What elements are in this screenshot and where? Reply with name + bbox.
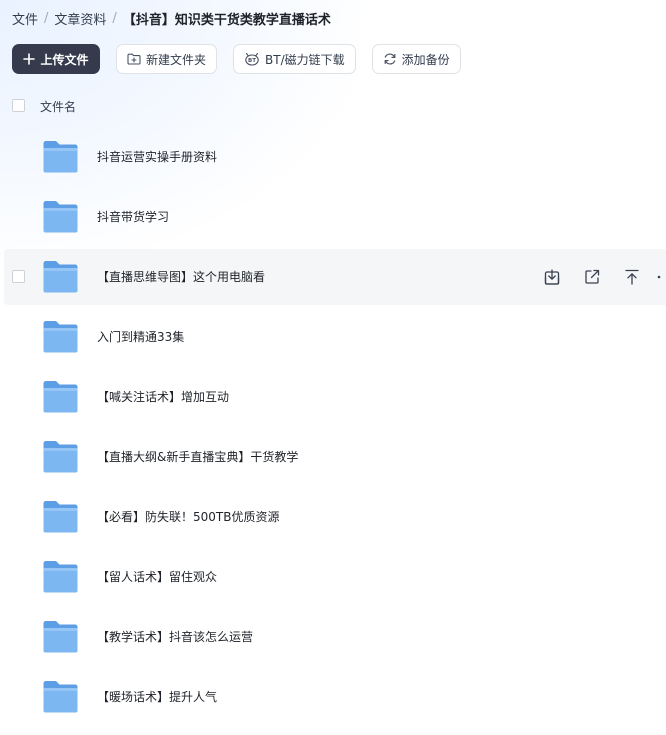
upload-file-label: 上传文件 bbox=[40, 52, 89, 67]
file-name[interactable]: 【直播思维导图】这个用电脑看 bbox=[97, 268, 265, 285]
breadcrumb-files[interactable]: 文件 bbox=[12, 9, 38, 28]
file-row[interactable]: 【暖场话术】提升人气 bbox=[4, 669, 666, 725]
backup-sync-icon bbox=[383, 52, 397, 66]
folder-icon bbox=[42, 440, 79, 474]
breadcrumb-articles[interactable]: 文章资料 bbox=[54, 9, 106, 28]
file-row[interactable]: 抖音运营实操手册资料 bbox=[4, 129, 666, 185]
bt-magnet-download-label: BT/磁力链下载 bbox=[265, 52, 345, 67]
file-list-header: 文件名 bbox=[0, 94, 666, 120]
folder-icon bbox=[42, 680, 79, 714]
folder-icon bbox=[42, 260, 79, 294]
folder-icon bbox=[42, 620, 79, 654]
folder-icon bbox=[42, 380, 79, 414]
file-row[interactable]: 【喊关注话术】增加互动 bbox=[4, 369, 666, 425]
bt-icon: BT bbox=[244, 52, 260, 66]
file-row[interactable]: 【必看】防失联！500TB优质资源 bbox=[4, 489, 666, 545]
move-top-icon[interactable] bbox=[620, 265, 644, 289]
new-folder-button[interactable]: 新建文件夹 bbox=[116, 44, 218, 74]
file-row[interactable]: 【留人话术】留住观众 bbox=[4, 549, 666, 605]
upload-file-button[interactable]: 上传文件 bbox=[12, 44, 100, 74]
toolbar: 上传文件 新建文件夹 BT BT/磁力链下载 添加备份 bbox=[12, 44, 477, 74]
file-name[interactable]: 【必看】防失联！500TB优质资源 bbox=[97, 508, 279, 525]
file-row[interactable]: 【直播思维导图】这个用电脑看 bbox=[4, 249, 666, 305]
plus-icon bbox=[23, 53, 36, 65]
more-icon[interactable] bbox=[654, 265, 666, 289]
file-row[interactable]: 入门到精通33集 bbox=[4, 309, 666, 365]
file-name[interactable]: 【暖场话术】提升人气 bbox=[97, 688, 217, 705]
bt-magnet-download-button[interactable]: BT BT/磁力链下载 bbox=[233, 44, 356, 74]
row-actions bbox=[524, 265, 666, 289]
file-name[interactable]: 抖音运营实操手册资料 bbox=[97, 148, 217, 165]
new-folder-label: 新建文件夹 bbox=[146, 52, 207, 67]
file-name[interactable]: 【喊关注话术】增加互动 bbox=[97, 388, 229, 405]
add-backup-button[interactable]: 添加备份 bbox=[371, 44, 461, 74]
file-row[interactable]: 【教学话术】抖音该怎么运营 bbox=[4, 609, 666, 665]
add-backup-label: 添加备份 bbox=[401, 52, 450, 67]
file-name[interactable]: 【直播大纲&新手直播宝典】干货教学 bbox=[97, 448, 298, 465]
file-name[interactable]: 入门到精通33集 bbox=[97, 328, 184, 345]
svg-text:BT: BT bbox=[248, 58, 256, 64]
folder-icon bbox=[42, 500, 79, 534]
select-all-checkbox[interactable] bbox=[12, 99, 25, 112]
folder-icon bbox=[42, 320, 79, 354]
file-row[interactable]: 抖音带货学习 bbox=[4, 189, 666, 245]
download-icon[interactable] bbox=[540, 265, 564, 289]
breadcrumb-separator: / bbox=[44, 10, 49, 26]
folder-icon bbox=[42, 560, 79, 594]
new-folder-icon bbox=[127, 53, 141, 65]
share-icon[interactable] bbox=[580, 265, 604, 289]
row-checkbox[interactable] bbox=[12, 270, 25, 283]
breadcrumb-separator: / bbox=[112, 10, 117, 26]
file-row[interactable]: 【直播大纲&新手直播宝典】干货教学 bbox=[4, 429, 666, 485]
column-file-name[interactable]: 文件名 bbox=[40, 98, 76, 115]
folder-icon bbox=[42, 140, 79, 174]
file-name[interactable]: 【教学话术】抖音该怎么运营 bbox=[97, 628, 253, 645]
breadcrumb-current-folder: 【抖音】知识类干货类教学直播话术 bbox=[122, 12, 331, 28]
breadcrumb: 文件 / 文章资料 / 【抖音】知识类干货类教学直播话术 bbox=[12, 8, 331, 28]
file-name[interactable]: 【留人话术】留住观众 bbox=[97, 568, 217, 585]
folder-icon bbox=[42, 200, 79, 234]
file-name[interactable]: 抖音带货学习 bbox=[97, 208, 169, 225]
